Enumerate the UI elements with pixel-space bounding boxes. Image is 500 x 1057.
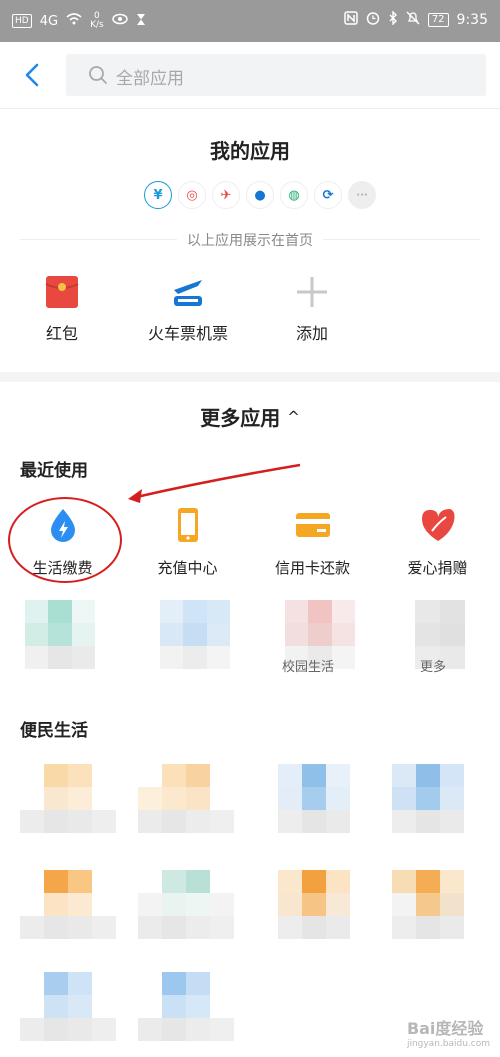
watermark-url: jingyan.baidu.com bbox=[406, 1039, 490, 1049]
blurred-app-icon[interactable] bbox=[160, 600, 230, 669]
blurred-app-icon[interactable] bbox=[278, 764, 350, 833]
blurred-app-icon[interactable] bbox=[278, 870, 350, 939]
watermark-text: Bai度经验 bbox=[406, 1019, 484, 1038]
blurred-app-icon[interactable] bbox=[20, 764, 116, 833]
app-label-fragment: 更多 bbox=[420, 660, 447, 675]
blurred-app-icon[interactable] bbox=[20, 972, 116, 1041]
watermark: Bai度经验 jingyan.baidu.com bbox=[407, 1015, 490, 1049]
blurred-app-icon[interactable] bbox=[25, 600, 95, 669]
blurred-app-icon[interactable] bbox=[392, 764, 464, 833]
blurred-app-icon[interactable] bbox=[138, 764, 234, 833]
blurred-app-icon[interactable] bbox=[20, 870, 116, 939]
blurred-app-icon[interactable] bbox=[138, 972, 234, 1041]
blurred-app-icon[interactable] bbox=[392, 870, 464, 939]
blurred-app-icon[interactable] bbox=[138, 870, 234, 939]
convenience-section-title: 便民生活 bbox=[20, 721, 88, 741]
app-label-fragment: 校园生活 bbox=[282, 660, 335, 675]
